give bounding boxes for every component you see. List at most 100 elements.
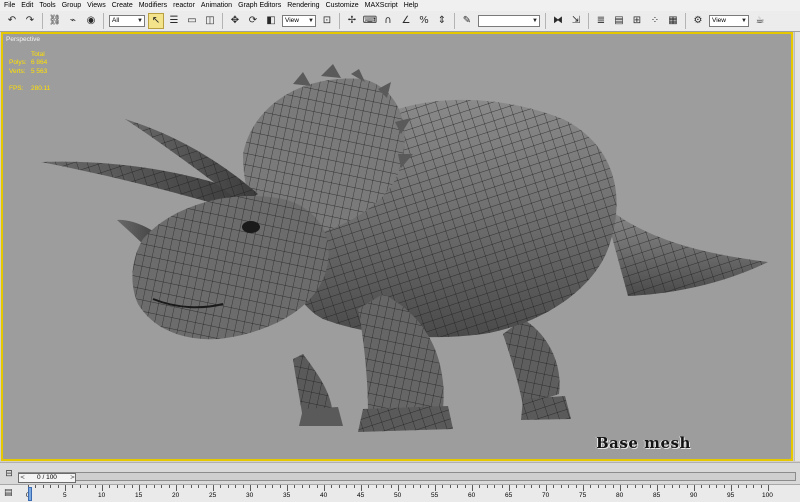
next-frame-icon[interactable]: > [70,473,75,482]
named-selection-set-field[interactable]: ▼ [478,15,540,27]
chevron-down-icon: ▼ [308,18,314,24]
render-frame-window-icon[interactable]: ⚙ [690,13,706,29]
minor-tick [153,485,155,488]
undo-arrow-icon[interactable]: ↶ [4,13,20,29]
select-and-manipulate-icon[interactable]: ✢ [344,13,360,29]
render-view-dropdown[interactable]: View ▼ [709,15,749,27]
keyboard-shortcut-override-icon[interactable]: ⌨ [362,13,378,29]
menu-create[interactable]: Create [110,0,137,11]
render-setup-icon[interactable]: ▦ [665,13,681,29]
track-bar[interactable]: ▤ 05101520253035404550556065707580859095… [0,484,800,502]
minor-tick [131,485,133,488]
mini-curve-editor-toggle-icon[interactable]: ⊟ [2,468,16,480]
material-editor-icon[interactable]: ⁘ [647,13,663,29]
frame-tick-label: 95 [727,492,735,499]
select-and-rotate-icon[interactable]: ⟳ [245,13,261,29]
minor-tick [72,485,74,488]
toolbar-divider [588,13,589,29]
quick-render-teapot-icon[interactable]: ☕ [752,13,768,29]
minor-tick [605,485,607,488]
minor-tick [161,485,163,488]
toolbar-divider [103,13,104,29]
minor-tick [679,485,681,488]
window-crossing-icon[interactable]: ◫ [202,13,218,29]
rectangular-selection-icon[interactable]: ▭ [184,13,200,29]
previous-frame-icon[interactable]: < [20,473,25,482]
major-tick [176,485,177,491]
current-frame-marker[interactable] [28,487,32,501]
menu-help[interactable]: Help [402,0,422,11]
unlink-selection-icon[interactable]: ⌁ [65,13,81,29]
reference-coordinate-value: View [285,17,299,24]
minor-tick [597,485,599,488]
eye-mesh [242,221,260,233]
minor-tick [50,485,52,488]
triceratops-mesh[interactable] [3,34,793,461]
spinner-snap-icon[interactable]: ⇕ [434,13,450,29]
mirror-icon[interactable]: ⧓ [550,13,566,29]
select-object-icon[interactable]: ↖ [148,13,164,29]
trackbar-filter-icon[interactable]: ▤ [4,488,13,498]
major-tick [361,485,362,491]
schematic-view-icon[interactable]: ⊞ [629,13,645,29]
selection-filter-dropdown[interactable]: All ▼ [109,15,145,27]
minor-tick [35,485,37,488]
menu-rendering[interactable]: Rendering [285,0,323,11]
minor-tick [531,485,533,488]
minor-tick [560,485,562,488]
bind-to-space-warp-icon[interactable]: ◉ [83,13,99,29]
frame-tick-label: 20 [172,492,180,499]
select-and-scale-icon[interactable]: ◧ [263,13,279,29]
perspective-viewport[interactable]: Perspective Total Polys: 6 864 Verts: 5 … [1,32,793,461]
menu-group[interactable]: Group [60,0,85,11]
frame-tick-label: 55 [431,492,439,499]
minor-tick [568,485,570,488]
menu-views[interactable]: Views [85,0,110,11]
minor-tick [368,485,370,488]
time-slider-thumb[interactable]: 0 / 100 [18,473,76,483]
minor-tick [309,485,311,488]
viewport-scrollbar[interactable] [794,32,800,461]
redo-arrow-icon[interactable]: ↷ [22,13,38,29]
menu-maxscript[interactable]: MAXScript [363,0,402,11]
percent-snap-icon[interactable]: % [416,13,432,29]
minor-tick [116,485,118,488]
edit-named-selection-icon[interactable]: ✎ [459,13,475,29]
align-icon[interactable]: ⇲ [568,13,584,29]
curve-editor-icon[interactable]: ▤ [611,13,627,29]
menu-graph-editors[interactable]: Graph Editors [236,0,285,11]
snaps-toggle-icon[interactable]: ∩ [380,13,396,29]
major-tick [287,485,288,491]
minor-tick [264,485,266,488]
major-tick [620,485,621,491]
minor-tick [272,485,274,488]
menu-file[interactable]: File [2,0,19,11]
minor-tick [242,485,244,488]
menu-customize[interactable]: Customize [324,0,363,11]
frame-tick-label: 50 [394,492,402,499]
menu-reactor[interactable]: reactor [171,0,199,11]
frame-tick-label: 75 [579,492,587,499]
minor-tick [671,485,673,488]
select-and-link-icon[interactable]: ⛓ [47,13,63,29]
menu-edit[interactable]: Edit [19,0,37,11]
minor-tick [301,485,303,488]
menu-tools[interactable]: Tools [37,0,59,11]
select-and-move-icon[interactable]: ✥ [227,13,243,29]
menu-modifiers[interactable]: Modifiers [137,0,171,11]
angle-snap-icon[interactable]: ∠ [398,13,414,29]
layer-manager-icon[interactable]: ≣ [593,13,609,29]
major-tick [583,485,584,491]
pivot-center-icon[interactable]: ⊡ [319,13,335,29]
time-slider-track[interactable] [18,472,796,481]
minor-tick [168,485,170,488]
reference-coordinate-dropdown[interactable]: View ▼ [282,15,316,27]
minor-tick [294,485,296,488]
select-by-name-icon[interactable]: ☰ [166,13,182,29]
minor-tick [479,485,481,488]
minor-tick [760,485,762,488]
menu-animation[interactable]: Animation [199,0,236,11]
minor-tick [753,485,755,488]
frame-tick-label: 25 [209,492,217,499]
frame-tick-label: 15 [135,492,143,499]
